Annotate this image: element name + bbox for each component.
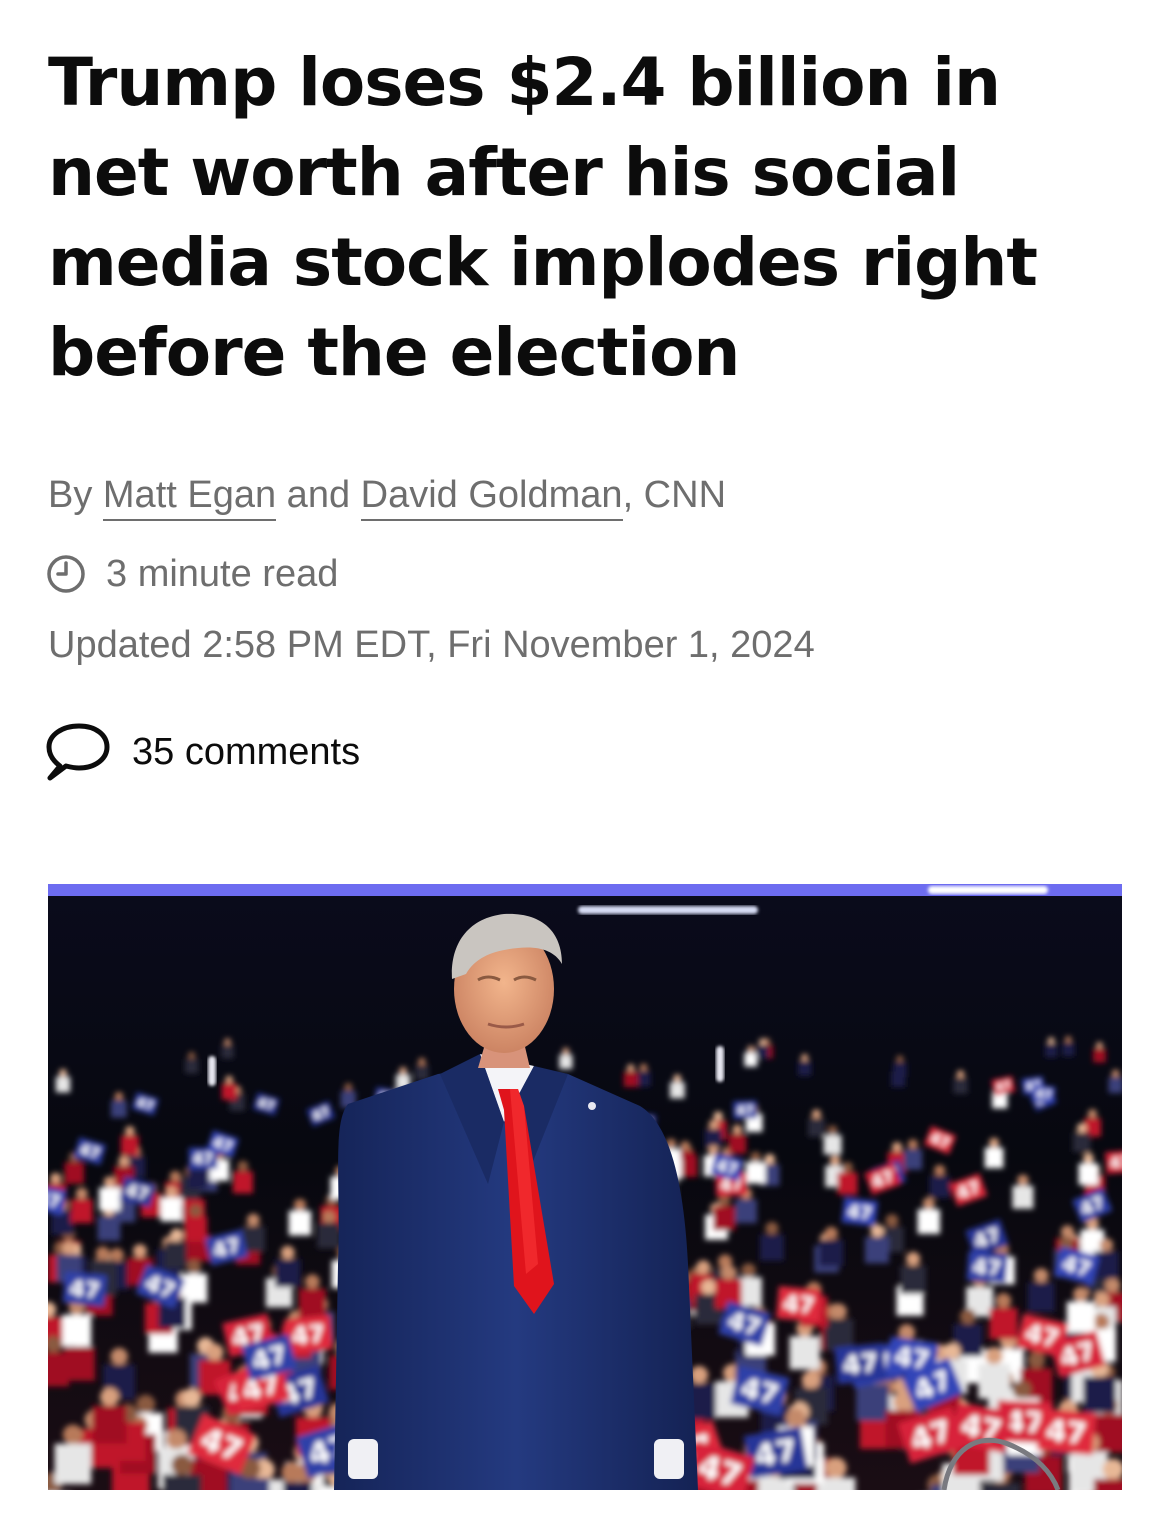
campaign-sign: 47 — [776, 1286, 822, 1323]
svg-text:47: 47 — [972, 1254, 1002, 1280]
svg-text:47: 47 — [736, 1103, 754, 1118]
speech-bubble-icon — [46, 723, 110, 781]
byline: By Matt Egan and David Goldman, CNN — [48, 474, 727, 521]
svg-text:47: 47 — [1035, 1086, 1052, 1102]
campaign-sign: 47 — [1032, 1084, 1056, 1104]
byline-joiner: and — [276, 474, 361, 516]
svg-text:47: 47 — [846, 1202, 873, 1225]
svg-text:47: 47 — [893, 1340, 932, 1375]
author-link-matt-egan[interactable]: Matt Egan — [102, 474, 277, 521]
author-link-david-goldman[interactable]: David Goldman — [360, 474, 623, 521]
byline-source: , CNN — [622, 474, 727, 516]
svg-text:47: 47 — [193, 1149, 214, 1167]
comments-count: 35 comments — [132, 730, 361, 773]
svg-text:47: 47 — [782, 1291, 816, 1320]
campaign-sign: 47 — [834, 1342, 887, 1385]
clock-icon — [47, 555, 85, 593]
campaign-sign: 47 — [62, 1271, 107, 1307]
comments-button[interactable]: 35 comments — [46, 722, 360, 782]
campaign-sign: 47 — [1036, 1408, 1097, 1456]
svg-text:47: 47 — [1109, 1153, 1122, 1173]
campaign-sign: 47 — [966, 1250, 1008, 1284]
svg-text:47: 47 — [290, 1319, 326, 1350]
svg-text:47: 47 — [841, 1348, 880, 1381]
campaign-sign: 47 — [841, 1197, 879, 1227]
byline-prefix: By — [48, 474, 103, 516]
article-headline: Trump loses $2.4 billion in net worth af… — [48, 44, 1038, 391]
svg-text:47: 47 — [1044, 1413, 1088, 1451]
svg-text:47: 47 — [68, 1276, 101, 1304]
svg-text:47: 47 — [752, 1433, 800, 1475]
hero-image: 47 47 47 47 47 47 47 47 47 47 47 47 47 47 47 47 47 47 47 47… — [48, 884, 1122, 1490]
updated-timestamp: Updated 2:58 PM EDT, Fri November 1, 202… — [48, 624, 815, 666]
campaign-sign: 47 — [1105, 1150, 1122, 1174]
read-time: 3 minute read — [46, 552, 338, 596]
read-time-label: 3 minute read — [106, 552, 339, 595]
campaign-sign: 47 — [885, 1336, 939, 1380]
campaign-sign: 47 — [732, 1100, 758, 1120]
